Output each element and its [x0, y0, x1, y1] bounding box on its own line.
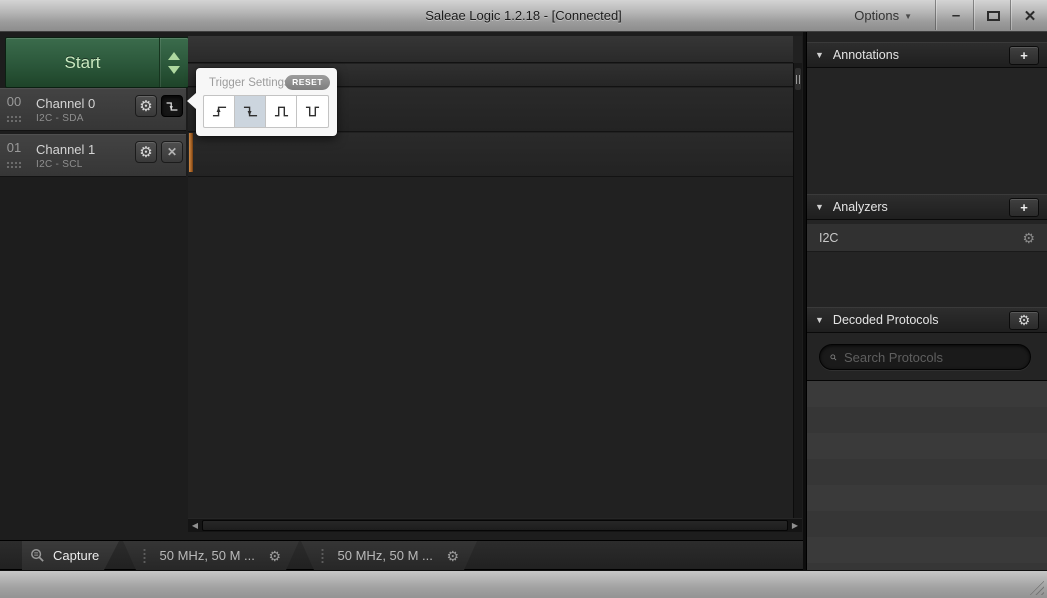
gear-icon: ⚙: [139, 99, 152, 114]
popup-pointer: [187, 93, 196, 109]
channel-0-trigger-button[interactable]: [161, 95, 183, 117]
channel-name: Channel 1: [36, 142, 95, 157]
analyzer-name: I2C: [819, 231, 838, 245]
channel-row-1[interactable]: 01 Channel 1 I2C - SCL ⚙ ✕: [0, 134, 186, 177]
gear-icon: ⚙: [1018, 313, 1031, 327]
trigger-reset-button[interactable]: RESET: [285, 75, 330, 90]
start-label: Start: [6, 38, 159, 87]
resize-grip[interactable]: [1029, 580, 1044, 595]
scroll-left-button[interactable]: ◀: [188, 519, 202, 532]
decoded-protocols-results: [807, 380, 1047, 570]
arrow-right-icon: ▶: [792, 521, 798, 530]
drag-handle-icon[interactable]: [6, 115, 21, 122]
collapse-triangle-icon[interactable]: ▼: [815, 315, 824, 325]
collapse-triangle-icon[interactable]: ▼: [815, 202, 824, 212]
protocol-search-box[interactable]: [819, 344, 1031, 370]
trigger-settings-popup: Trigger Settings RESET: [196, 68, 337, 136]
waveform-row-channel-1: [188, 133, 793, 177]
annotations-header[interactable]: ▼ Annotations +: [807, 42, 1047, 68]
channel-index: 01: [0, 140, 28, 155]
gear-icon[interactable]: ⚙: [1022, 231, 1035, 245]
capture-tab-label: Capture: [53, 548, 99, 563]
channel-row-0[interactable]: 00 Channel 0 I2C - SDA ⚙: [0, 88, 186, 131]
session-tabbar: Capture 50 MHz, 50 M ... ⚙ 50 MHz, 50 M …: [0, 540, 803, 570]
gear-icon[interactable]: ⚙: [268, 549, 281, 563]
app-window: Saleae Logic 1.2.18 - [Connected] Option…: [0, 0, 1047, 598]
annotations-title: Annotations: [833, 48, 899, 62]
session-tab-label: 50 MHz, 50 M ...: [146, 548, 268, 563]
arrow-up-icon: [168, 52, 180, 60]
channel-1-settings-button[interactable]: ⚙: [135, 141, 157, 163]
close-x-icon: ✕: [167, 145, 177, 159]
falling-edge-icon: [165, 100, 179, 113]
channel-index: 00: [0, 94, 28, 109]
trigger-option-rising-edge[interactable]: [204, 96, 235, 127]
trigger-option-negative-pulse[interactable]: [297, 96, 328, 127]
channel-0-settings-button[interactable]: ⚙: [135, 95, 157, 117]
tab-capture[interactable]: Capture: [22, 541, 119, 570]
trigger-option-group: [203, 95, 329, 128]
capture-main-panel: Start 00 Channel 0 I2C - SDA ⚙: [0, 32, 803, 540]
plus-icon: +: [1020, 201, 1028, 214]
collapse-triangle-icon[interactable]: ▼: [815, 50, 824, 60]
window-bottom-frame: [0, 570, 1047, 598]
titlebar-divider: [1010, 0, 1011, 30]
decoded-protocols-title: Decoded Protocols: [833, 313, 939, 327]
channel-protocol: I2C - SCL: [36, 159, 83, 170]
channel-1-trigger-button[interactable]: ✕: [161, 141, 183, 163]
titlebar-divider: [973, 0, 974, 30]
channel-protocol: I2C - SDA: [36, 113, 84, 124]
close-button[interactable]: ✕: [1013, 0, 1047, 31]
tab-session-2[interactable]: 50 MHz, 50 M ... ⚙: [301, 541, 477, 570]
trigger-option-positive-pulse[interactable]: [266, 96, 297, 127]
start-options-arrows[interactable]: [159, 38, 188, 87]
options-menu[interactable]: Options ▼: [854, 8, 912, 23]
popup-title: Trigger Settings: [209, 77, 290, 89]
falling-edge-icon: [242, 104, 259, 119]
minimize-icon: –: [952, 7, 960, 24]
titlebar: Saleae Logic 1.2.18 - [Connected] Option…: [0, 0, 1047, 32]
gear-icon[interactable]: ⚙: [446, 549, 459, 563]
capture-scope-icon: [30, 548, 46, 563]
analyzer-item-i2c[interactable]: I2C ⚙: [807, 224, 1047, 252]
channel-name: Channel 0: [36, 96, 95, 111]
trigger-option-falling-edge[interactable]: [235, 96, 266, 127]
session-tab-label: 50 MHz, 50 M ...: [324, 548, 446, 563]
arrow-left-icon: ◀: [192, 521, 198, 530]
minimize-button[interactable]: –: [939, 0, 973, 31]
search-protocols-input[interactable]: [844, 350, 1020, 365]
trigger-position-marker: [189, 133, 193, 172]
sidebar: ▼ Annotations + ▼ Analyzers + I2C ⚙ ▼ De…: [806, 32, 1047, 570]
scroll-right-button[interactable]: ▶: [788, 519, 802, 532]
horizontal-scrollbar[interactable]: ◀ ▶: [188, 518, 802, 532]
gear-icon: ⚙: [139, 145, 152, 160]
timeline-ruler: [188, 36, 793, 63]
horizontal-scrollbar-thumb[interactable]: [202, 520, 788, 531]
analyzers-title: Analyzers: [833, 200, 888, 214]
vertical-scrollbar[interactable]: [793, 63, 802, 518]
decoded-protocols-header[interactable]: ▼ Decoded Protocols ⚙: [807, 307, 1047, 333]
vertical-scrollbar-thumb[interactable]: [795, 68, 801, 90]
arrow-down-icon: [168, 66, 180, 74]
chevron-down-icon: ▼: [904, 10, 912, 21]
options-label: Options: [854, 8, 899, 23]
titlebar-divider: [935, 0, 936, 30]
decoded-protocols-settings-button[interactable]: ⚙: [1009, 311, 1039, 330]
analyzers-header[interactable]: ▼ Analyzers +: [807, 194, 1047, 220]
close-icon: ✕: [1024, 7, 1037, 25]
maximize-icon: [987, 11, 1000, 21]
positive-pulse-icon: [273, 104, 290, 119]
start-capture-button[interactable]: Start: [5, 37, 189, 88]
maximize-button[interactable]: [976, 0, 1010, 31]
rising-edge-icon: [211, 104, 228, 119]
add-analyzer-button[interactable]: +: [1009, 198, 1039, 217]
drag-handle-icon[interactable]: [6, 161, 21, 168]
tab-session-1[interactable]: 50 MHz, 50 M ... ⚙: [123, 541, 299, 570]
plus-icon: +: [1020, 49, 1028, 62]
search-icon: [830, 351, 837, 364]
add-annotation-button[interactable]: +: [1009, 46, 1039, 65]
negative-pulse-icon: [304, 104, 321, 119]
